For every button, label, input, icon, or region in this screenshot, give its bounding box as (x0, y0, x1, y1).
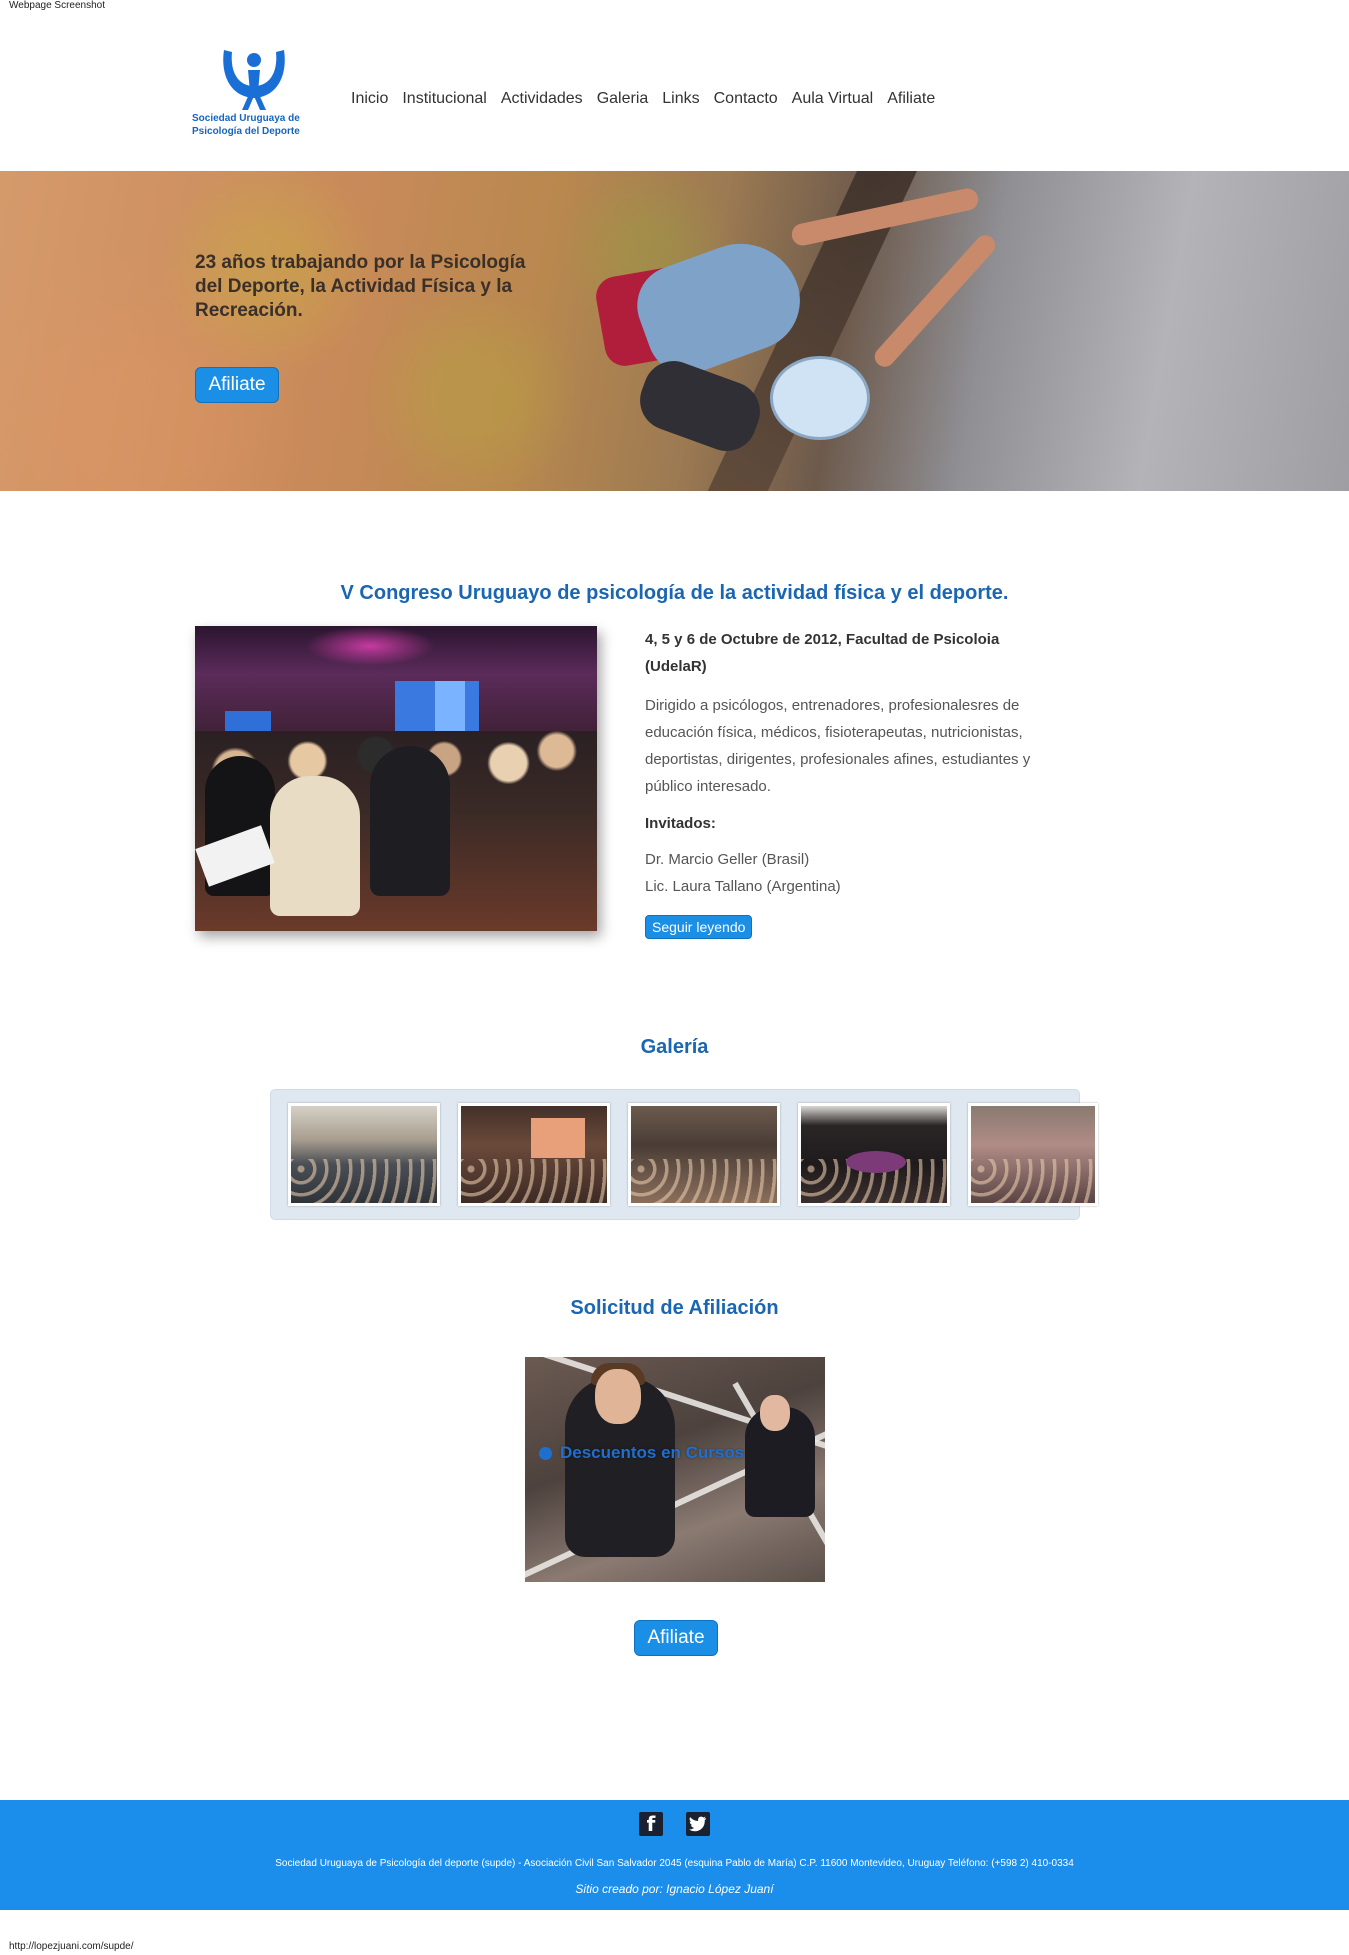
nav-item-actividades[interactable]: Actividades (501, 90, 583, 108)
main-nav: Inicio Institucional Actividades Galeria… (351, 90, 949, 108)
page-caption: Webpage Screenshot (9, 0, 105, 11)
bullet-icon (539, 1447, 552, 1461)
nav-item-aula-virtual[interactable]: Aula Virtual (792, 90, 874, 108)
guest-item: Dr. Marcio Geller (Brasil) (645, 851, 810, 868)
gallery-thumbnail[interactable] (288, 1103, 440, 1206)
congress-photo (195, 626, 597, 931)
guest-list: Dr. Marcio Geller (Brasil) Lic. Laura Ta… (645, 846, 1035, 900)
site-logo[interactable]: Sociedad Uruguaya de Psicología del Depo… (192, 42, 316, 142)
gallery-thumbnail[interactable] (458, 1103, 610, 1206)
affiliation-title: Solicitud de Afiliación (570, 1297, 779, 1319)
site-footer: f Sociedad Uruguaya de Psicología del de… (0, 1800, 1349, 1910)
hero-headline: 23 años trabajando por la Psicología del… (195, 252, 526, 321)
gallery-thumbnail[interactable] (968, 1103, 1098, 1206)
gallery-strip (270, 1089, 1098, 1220)
status-url: http://lopezjuani.com/supde/ (9, 1941, 134, 1952)
facebook-icon[interactable]: f (639, 1812, 663, 1836)
guest-item: Lic. Laura Tallano (Argentina) (645, 878, 841, 895)
gallery-thumbnail[interactable] (628, 1103, 780, 1206)
footer-address: Sociedad Uruguaya de Psicología del depo… (275, 1858, 1074, 1869)
nav-item-afiliate[interactable]: Afiliate (887, 90, 935, 108)
affiliation-image[interactable]: Descuentos en Cursos (525, 1357, 825, 1582)
logo-icon (223, 50, 285, 110)
nav-item-institucional[interactable]: Institucional (402, 90, 487, 108)
climber-helmet (770, 356, 870, 440)
nav-item-links[interactable]: Links (662, 90, 699, 108)
gallery-title: Galería (640, 1036, 709, 1058)
hero-banner: 23 años trabajando por la Psicología del… (0, 171, 1349, 491)
nav-item-contacto[interactable]: Contacto (714, 90, 778, 108)
logo-line1: Sociedad Uruguaya de (192, 113, 300, 124)
hero-afiliate-button[interactable]: Afiliate (195, 367, 279, 403)
congress-date: 4, 5 y 6 de Octubre de 2012, Facultad de… (645, 631, 1000, 675)
twitter-icon[interactable] (686, 1812, 710, 1836)
congress-description: Dirigido a psicólogos, entrenadores, pro… (645, 697, 1031, 795)
nav-item-inicio[interactable]: Inicio (351, 90, 388, 108)
nav-item-galeria[interactable]: Galeria (597, 90, 649, 108)
gallery-thumbnail[interactable] (798, 1103, 950, 1206)
logo-line2: Psicología del Deporte (192, 126, 300, 137)
affiliation-slide-caption: Descuentos en Cursos (539, 1443, 744, 1463)
congress-details: 4, 5 y 6 de Octubre de 2012, Facultad de… (645, 626, 1035, 939)
affiliation-afiliate-button[interactable]: Afiliate (634, 1620, 718, 1656)
footer-credit: Sitio creado por: Ignacio López Juaní (575, 1882, 774, 1896)
read-more-button[interactable]: Seguir leyendo (645, 915, 753, 939)
congress-title: V Congreso Uruguayo de psicología de la … (340, 582, 1009, 604)
invited-label: Invitados: (645, 815, 716, 832)
